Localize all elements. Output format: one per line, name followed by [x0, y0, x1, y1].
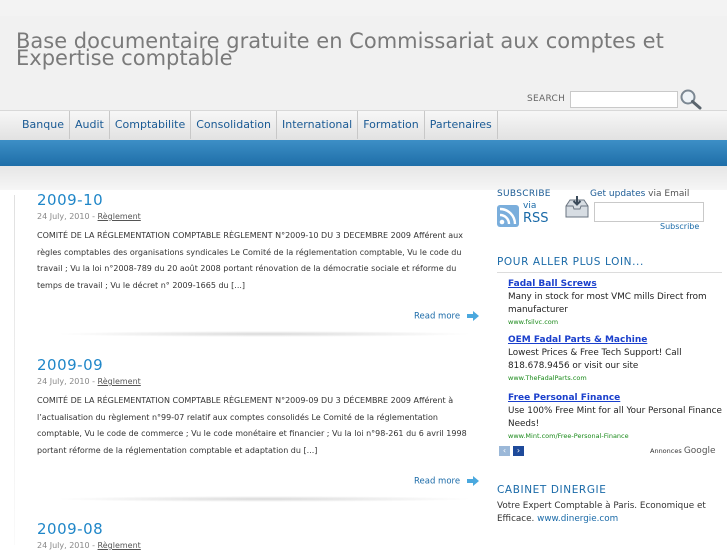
- content-top-bar: [0, 166, 727, 190]
- content-left-shadow: [14, 195, 15, 545]
- widget-title: POUR ALLER PLUS LOIN...: [497, 256, 644, 268]
- nav-item-international[interactable]: International: [276, 111, 357, 139]
- post-title[interactable]: 2009-08: [37, 520, 103, 538]
- ad-url[interactable]: www.Mint.com/Free-Personal-Finance: [508, 431, 723, 441]
- post-meta-separator: -: [89, 212, 98, 221]
- post-meta: 24 July, 2010 - Règlement: [37, 377, 141, 386]
- rss-via-label[interactable]: via: [523, 201, 536, 211]
- rss-link[interactable]: RSS: [523, 211, 549, 226]
- ad-item[interactable]: Free Personal Finance Use 100% Free Mint…: [508, 391, 723, 441]
- widget-title: CABINET DINERGIE: [497, 484, 607, 496]
- nav-item-partenaires[interactable]: Partenaires: [423, 111, 498, 139]
- ad-next-button[interactable]: ›: [513, 446, 524, 456]
- cabinet-description: Votre Expert Comptable à Paris. Economiq…: [497, 500, 725, 526]
- via-email-text: via Email: [645, 189, 690, 199]
- post-divider: [54, 496, 474, 502]
- ad-title[interactable]: OEM Fadal Parts & Machine: [508, 333, 723, 347]
- arrow-right-icon: [466, 311, 479, 321]
- ads-label-text: Annonces: [650, 447, 682, 455]
- ad-prev-button[interactable]: ‹: [499, 446, 510, 456]
- accent-bar: [0, 140, 727, 166]
- post-divider: [54, 331, 474, 337]
- nav-item-consolidation[interactable]: Consolidation: [190, 111, 276, 139]
- search-label: SEARCH: [527, 94, 566, 104]
- post-date: 24 July, 2010: [37, 377, 90, 386]
- post-excerpt: COMITÉ DE LA RÉGLEMENTATION COMPTABLE RÈ…: [37, 396, 467, 455]
- widget-divider: [497, 272, 722, 273]
- ad-url[interactable]: www.TheFadalParts.com: [508, 373, 723, 383]
- cabinet-link[interactable]: www.dinergie.com: [537, 514, 618, 524]
- search-icon[interactable]: [679, 88, 703, 110]
- email-field[interactable]: [594, 202, 704, 222]
- post-meta: 24 July, 2010 - Règlement: [37, 541, 141, 550]
- rss-icon[interactable]: [497, 205, 519, 227]
- ad-title[interactable]: Free Personal Finance: [508, 391, 723, 405]
- google-logo-text: Google: [683, 446, 716, 456]
- ad-pagination: ‹ ›: [499, 446, 524, 456]
- nav-item-banque[interactable]: Banque: [16, 111, 69, 139]
- post-meta: 24 July, 2010 - Règlement: [37, 212, 141, 221]
- ad-title[interactable]: Fadal Ball Screws: [508, 277, 723, 291]
- nav-item-comptabilite[interactable]: Comptabilite: [108, 111, 190, 139]
- get-updates-label: Get updates via Email: [590, 189, 689, 199]
- arrow-right-icon: [466, 476, 479, 486]
- ad-item[interactable]: OEM Fadal Parts & Machine Lowest Prices …: [508, 333, 723, 383]
- post-meta-separator: -: [89, 377, 98, 386]
- search-input[interactable]: [570, 91, 678, 108]
- post-category-link[interactable]: Règlement: [98, 212, 141, 221]
- post-category-link[interactable]: Règlement: [98, 541, 141, 550]
- post-category-link[interactable]: Règlement: [98, 377, 141, 386]
- post-title[interactable]: 2009-09: [37, 356, 103, 374]
- read-more-label: Read more: [414, 311, 461, 322]
- ad-text: Use 100% Free Mint for all Your Personal…: [508, 406, 722, 429]
- post-title[interactable]: 2009-10: [37, 191, 103, 209]
- read-more-link[interactable]: Read more: [414, 311, 480, 322]
- ad-url[interactable]: www.fsilvc.com: [508, 317, 723, 327]
- ad-text: Many in stock for most VMC mills Direct …: [508, 292, 707, 315]
- ad-item[interactable]: Fadal Ball Screws Many in stock for most…: [508, 277, 723, 327]
- subscribe-button[interactable]: Subscribe: [660, 222, 699, 231]
- nav-item-formation[interactable]: Formation: [357, 111, 424, 139]
- get-updates-text: Get updates: [590, 189, 646, 199]
- main-nav: Banque Audit Comptabilite Consolidation …: [0, 110, 727, 141]
- post-excerpt: COMITÉ DE LA RÉGLEMENTATION COMPTABLE RÈ…: [37, 231, 463, 290]
- email-inbox-icon: [565, 196, 589, 218]
- read-more-label: Read more: [414, 476, 461, 487]
- post-date: 24 July, 2010: [37, 212, 90, 221]
- ad-text: Lowest Prices & Free Tech Support! Call …: [508, 348, 682, 371]
- post-date: 24 July, 2010: [37, 541, 90, 550]
- ads-by-google-label[interactable]: Annonces Google: [650, 446, 716, 456]
- read-more-link[interactable]: Read more: [414, 476, 480, 487]
- nav-item-audit[interactable]: Audit: [68, 111, 109, 139]
- site-title[interactable]: Base documentaire gratuite en Commissari…: [16, 31, 716, 69]
- post-meta-separator: -: [89, 541, 98, 550]
- top-strip: [0, 0, 727, 16]
- subscribe-label: SUBSCRIBE: [497, 189, 551, 199]
